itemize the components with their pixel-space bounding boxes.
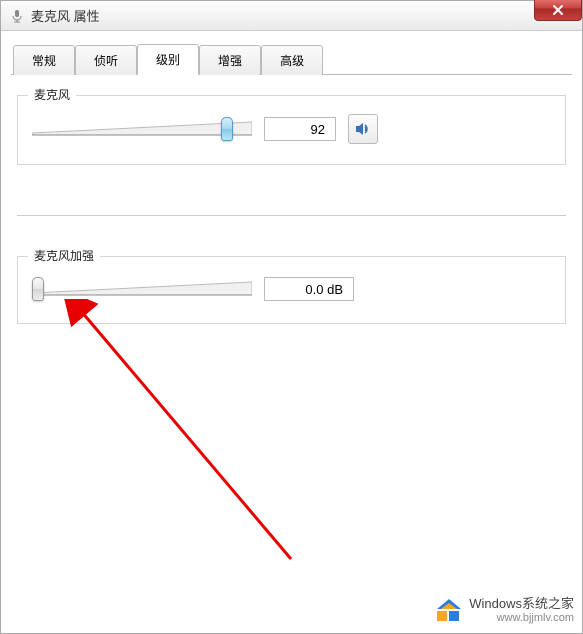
microphone-slider[interactable] (32, 115, 252, 143)
microphone-boost-slider-handle[interactable] (32, 277, 44, 301)
watermark: Windows系统之家 www.bjjmlv.com (435, 596, 574, 625)
watermark-logo-icon (435, 597, 463, 625)
microphone-value: 92 (264, 117, 336, 141)
divider (17, 215, 566, 216)
tab-listen[interactable]: 侦听 (75, 45, 137, 75)
microphone-boost-slider[interactable] (32, 275, 252, 303)
watermark-url: www.bjjmlv.com (469, 612, 574, 625)
microphone-label: 麦克风 (28, 86, 76, 103)
tab-general[interactable]: 常规 (13, 45, 75, 75)
close-icon (552, 4, 564, 16)
slider-track-shape (32, 280, 252, 298)
tab-levels[interactable]: 级别 (137, 44, 199, 75)
microphone-icon (9, 8, 25, 24)
close-button[interactable] (534, 0, 582, 21)
microphone-slider-handle[interactable] (221, 117, 233, 141)
microphone-boost-group: 麦克风加强 0.0 dB (17, 256, 566, 324)
tab-row: 常规 侦听 级别 增强 高级 (11, 43, 572, 75)
watermark-brand: Windows系统之家 (469, 596, 574, 612)
titlebar: 麦克风 属性 (1, 1, 582, 31)
slider-track-shape (32, 120, 252, 138)
microphone-group: 麦克风 92 (17, 95, 566, 165)
tab-advanced[interactable]: 高级 (261, 45, 323, 75)
tab-enhance[interactable]: 增强 (199, 45, 261, 75)
properties-window: 麦克风 属性 常规 侦听 级别 增强 高级 麦克风 92 (0, 0, 583, 634)
microphone-mute-button[interactable] (348, 114, 378, 144)
microphone-boost-value: 0.0 dB (264, 277, 354, 301)
speaker-icon (354, 120, 372, 138)
tab-content-levels: 麦克风 92 (1, 75, 582, 344)
microphone-boost-label: 麦克风加强 (28, 247, 100, 264)
window-title: 麦克风 属性 (31, 6, 100, 25)
